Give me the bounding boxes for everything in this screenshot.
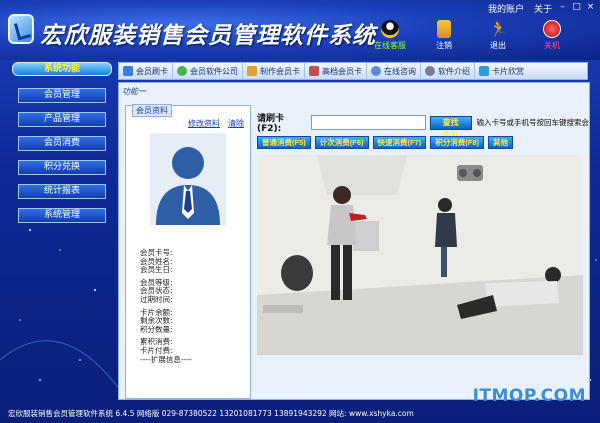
edit-info-link[interactable]: 修改资料 (188, 118, 220, 129)
card-icon (123, 66, 133, 76)
field-expiry: 过期时间: (140, 294, 173, 304)
sidebar-item-product-management[interactable]: 产品管理 (18, 112, 106, 127)
header-buttons: 在线客服 注销 🏃 退出 关机 (372, 20, 570, 51)
sidebar-item-member-consumption[interactable]: 会员消费 (18, 136, 106, 151)
about-link[interactable]: 关于 (534, 2, 552, 15)
status-bar: 宏欣服装销售会员管理软件系统 6.4.5 网络版 029-87380522 13… (8, 409, 414, 418)
chat-icon (371, 66, 381, 76)
gallery-icon (479, 66, 489, 76)
main-content: 功能一 会员资料 修改资料 清除 会员卡号: 会员姓名: 会员生日: 会员等级:… (118, 82, 590, 400)
sidebar-list: 会员管理 产品管理 会员消费 积分兑换 统计报表 系统管理 (12, 88, 112, 223)
field-points: 积分数量: (140, 324, 173, 334)
sidebar-item-reports[interactable]: 统计报表 (18, 184, 106, 199)
normal-consume-button[interactable]: 普通消费(F5) (257, 136, 311, 149)
member-avatar (150, 133, 226, 225)
toolbar-software-company[interactable]: 会员软件公司 (172, 63, 242, 79)
field-extended-info: ----扩展信息---- (140, 354, 192, 364)
toolbar-member-swipe-label: 会员刷卡 (136, 66, 168, 76)
toolbar-card-gallery[interactable]: 卡片欣赏 (474, 63, 528, 79)
toolbar-online-consult-label: 在线咨询 (384, 66, 416, 76)
premium-card-icon (309, 66, 319, 76)
app-window: 宏欣服装销售会员管理软件系统 我的账户 关于 – □ × 在线客服 注销 🏃 退… (0, 0, 600, 423)
maximize-button[interactable]: □ (571, 2, 582, 12)
card-swipe-label: 请刷卡(F2): (257, 114, 285, 134)
card-swipe-row: 请刷卡(F2): 查找(F3) 输入卡号或手机号按回车键搜索会 (257, 111, 590, 139)
user-silhouette-icon (156, 147, 220, 225)
count-consume-button[interactable]: 计次消费(F6) (314, 136, 369, 149)
window-controls: – □ × (557, 2, 596, 12)
running-man-icon: 🏃 (489, 20, 508, 38)
consume-buttons: 普通消费(F5) 计次消费(F6) 快速消费(F7) 积分消费(F8) 其他 (257, 136, 513, 149)
toolbar-card-gallery-label: 卡片欣赏 (492, 66, 524, 76)
shutdown-label: 关机 (544, 41, 560, 50)
member-panel-links: 修改资料 清除 (188, 118, 244, 129)
other-consume-button[interactable]: 其他 (488, 136, 513, 149)
gear-icon (425, 66, 435, 76)
app-logo-icon (8, 14, 34, 44)
online-support-label: 在线客服 (374, 41, 406, 50)
card-hint-text: 输入卡号或手机号按回车键搜索会 (476, 118, 590, 127)
toolbar-software-intro[interactable]: 软件介绍 (420, 63, 474, 79)
search-button[interactable]: 查找(F3) (429, 115, 472, 139)
toolbar-make-card-label: 制作会员卡 (260, 66, 300, 76)
top-links: 我的账户 关于 (488, 2, 552, 15)
sidebar-header: 系统功能 (12, 62, 112, 76)
promo-photo (257, 155, 583, 355)
lock-icon (437, 20, 451, 38)
member-info-panel: 会员资料 修改资料 清除 会员卡号: 会员姓名: 会员生日: 会员等级: 会员状… (125, 104, 251, 399)
toolbar-premium-card-label: 高档会员卡 (322, 66, 362, 76)
toolbar-make-card[interactable]: 制作会员卡 (242, 63, 304, 79)
minimize-button[interactable]: – (557, 2, 568, 12)
sidebar-item-member-management[interactable]: 会员管理 (18, 88, 106, 103)
exit-label: 退出 (490, 41, 506, 50)
member-fields: 会员卡号: 会员姓名: 会员生日: 会员等级: 会员状态: 过期时间: 卡片余额… (140, 248, 192, 364)
sidebar-nav: 系统功能 会员管理 产品管理 会员消费 积分兑换 统计报表 系统管理 (12, 62, 112, 232)
qq-icon (381, 20, 399, 38)
clear-link[interactable]: 清除 (228, 118, 244, 129)
app-title: 宏欣服装销售会员管理软件系统 (40, 22, 376, 49)
my-account-link[interactable]: 我的账户 (488, 2, 524, 15)
people-icon (177, 66, 187, 76)
toolbar-member-swipe[interactable]: 会员刷卡 (119, 63, 172, 79)
toolbar-software-company-label: 会员软件公司 (190, 66, 238, 76)
exit-button[interactable]: 🏃 退出 (480, 20, 516, 51)
toolbar-online-consult[interactable]: 在线咨询 (366, 63, 420, 79)
watermark-logo: ITMOP.COM (472, 386, 586, 406)
logout-button[interactable]: 注销 (426, 20, 462, 51)
fashion-photo-illustration (257, 155, 583, 355)
shutdown-button[interactable]: 关机 (534, 20, 570, 51)
sidebar-item-system-management[interactable]: 系统管理 (18, 208, 106, 223)
member-panel-title: 会员资料 (132, 104, 172, 117)
close-button[interactable]: × (585, 2, 596, 12)
card-number-input[interactable] (310, 115, 426, 130)
card-make-icon (247, 66, 257, 76)
app-header: 宏欣服装销售会员管理软件系统 我的账户 关于 – □ × 在线客服 注销 🏃 退… (0, 0, 600, 60)
toolbar: 会员刷卡 会员软件公司 制作会员卡 高档会员卡 在线咨询 软件介绍 卡片欣赏 (118, 62, 588, 80)
tab-function-one[interactable]: 功能一 (122, 86, 146, 97)
sidebar-item-points-exchange[interactable]: 积分兑换 (18, 160, 106, 175)
toolbar-premium-card[interactable]: 高档会员卡 (304, 63, 366, 79)
power-icon (543, 20, 561, 38)
points-consume-button[interactable]: 积分消费(F8) (430, 136, 484, 149)
quick-consume-button[interactable]: 快速消费(F7) (372, 136, 427, 149)
field-birthday: 会员生日: (140, 265, 173, 275)
logout-label: 注销 (436, 41, 452, 50)
online-support-button[interactable]: 在线客服 (372, 20, 408, 51)
toolbar-software-intro-label: 软件介绍 (438, 66, 470, 76)
